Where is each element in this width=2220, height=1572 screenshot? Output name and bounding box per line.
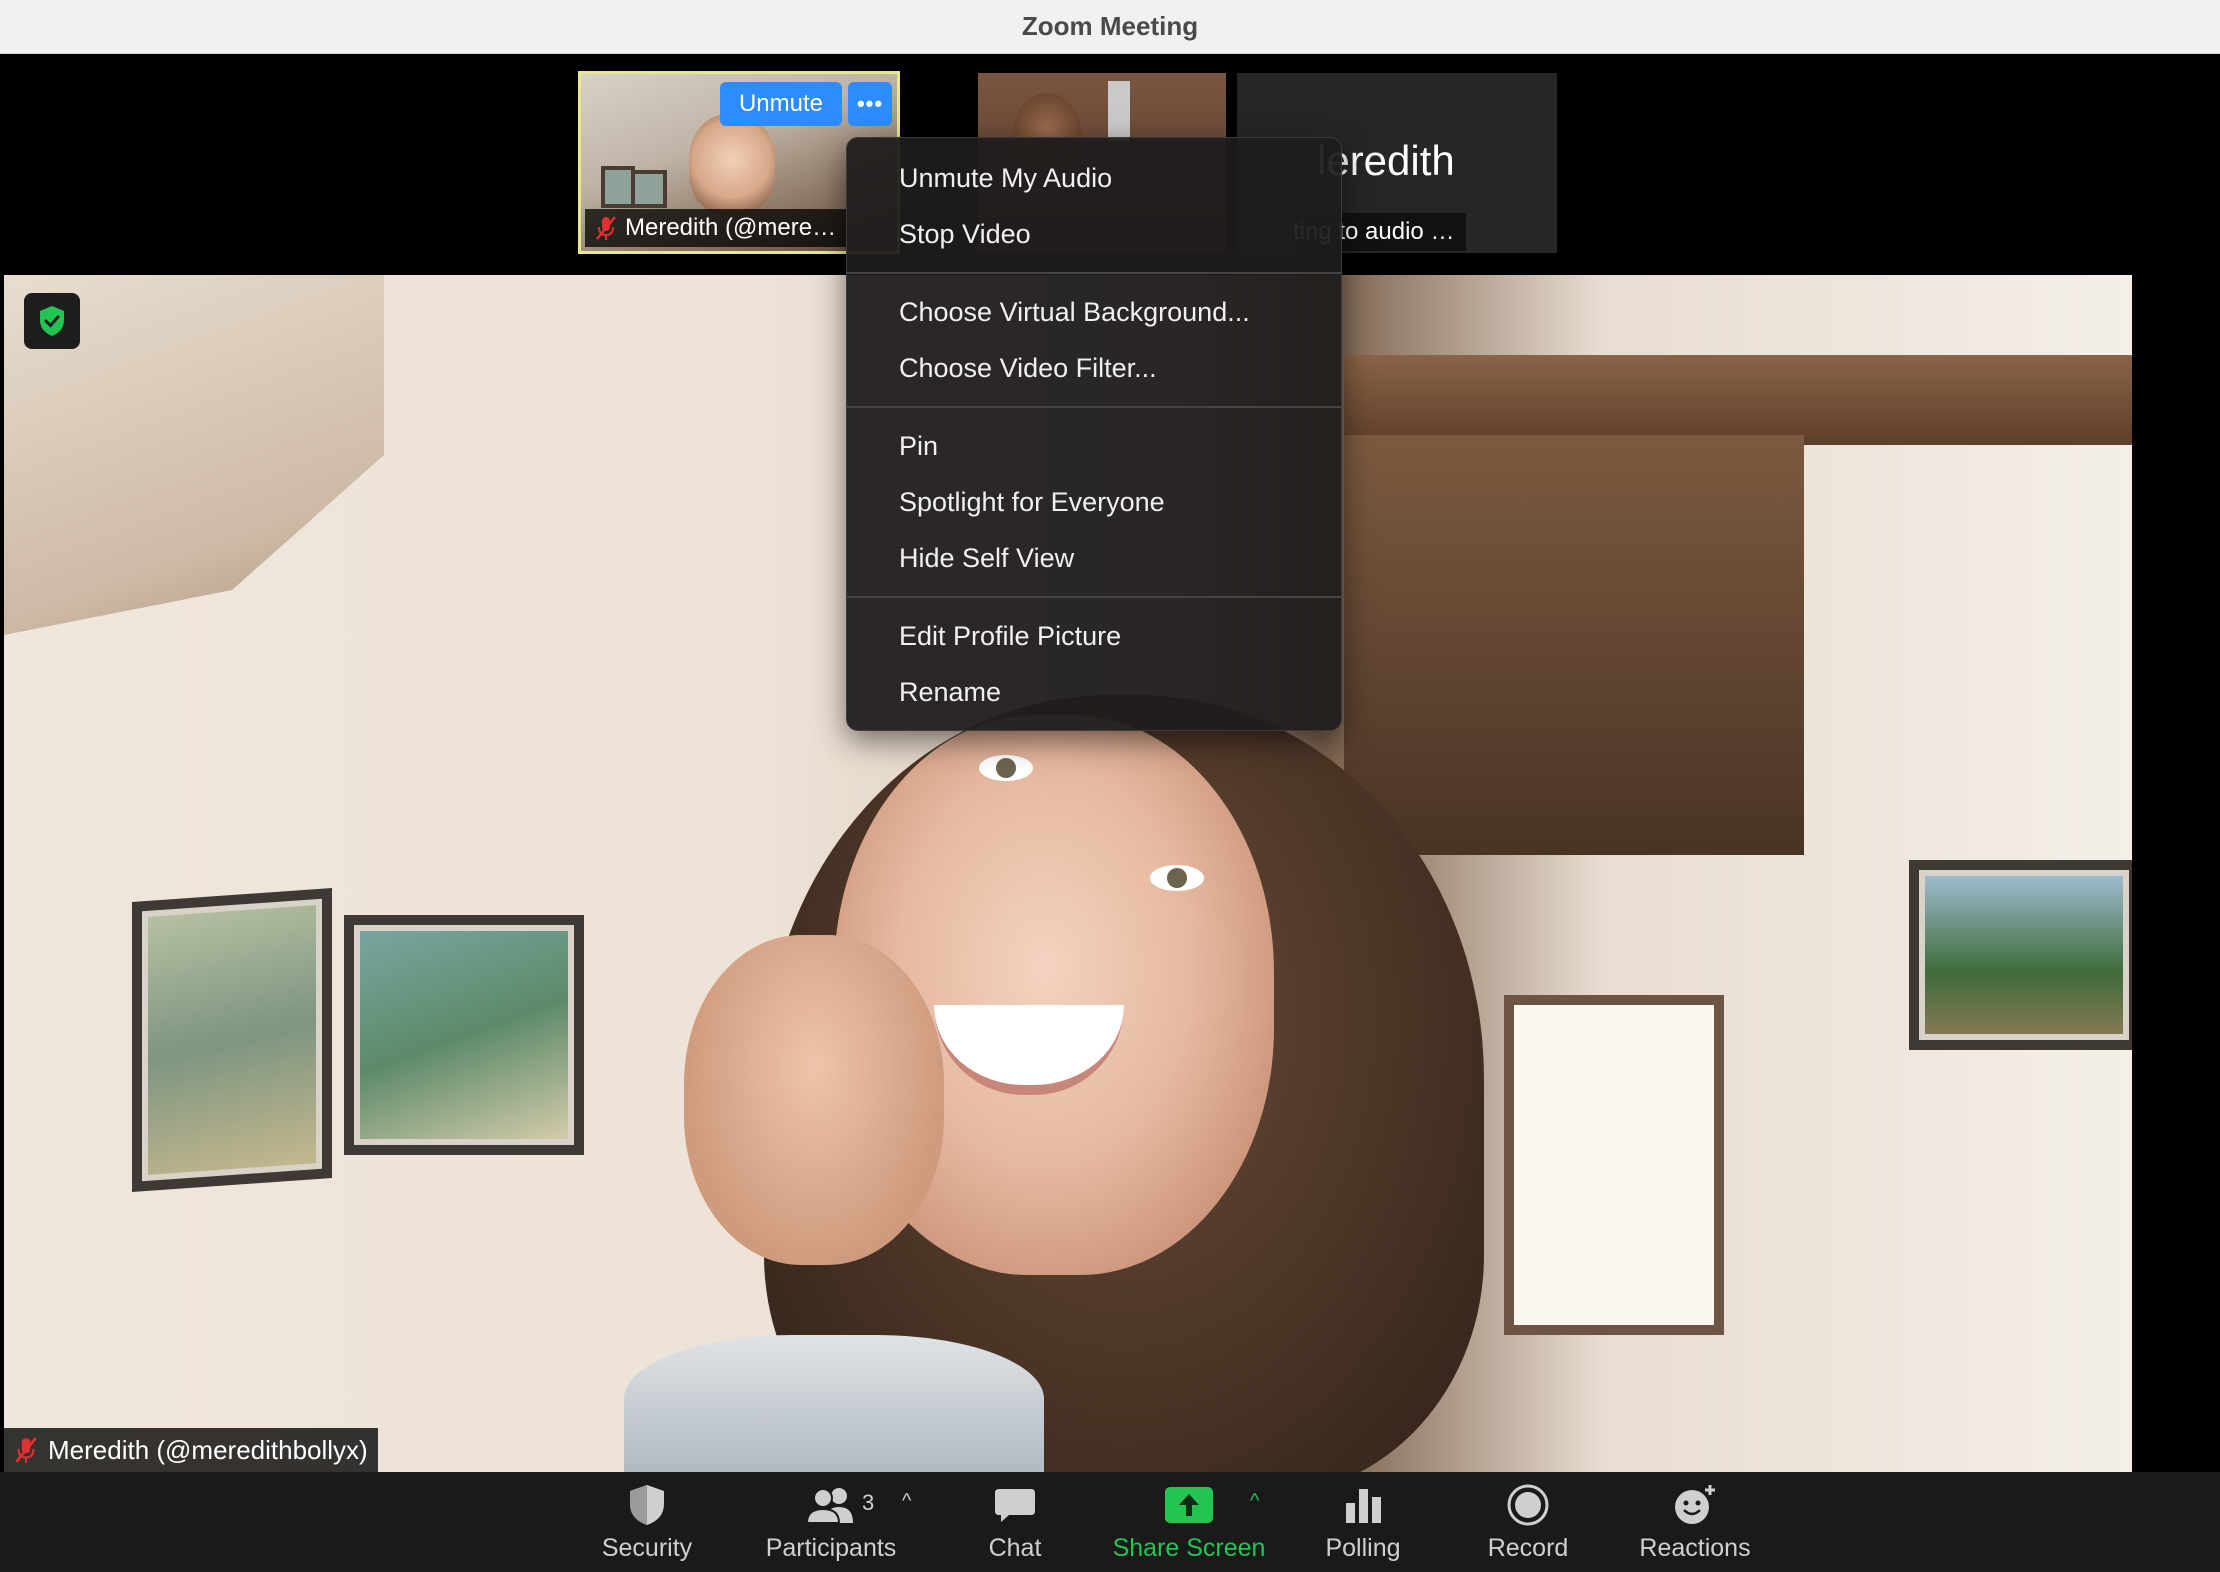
self-name-text: Meredith (@mere… bbox=[625, 214, 837, 241]
wall-painting bbox=[344, 915, 584, 1155]
polling-label: Polling bbox=[1325, 1534, 1401, 1562]
title-bar: Zoom Meeting bbox=[0, 0, 2220, 54]
chat-bubble-icon bbox=[995, 1489, 1035, 1522]
main-video-name-label: Meredith (@meredithbollyx) bbox=[4, 1428, 378, 1472]
encryption-shield-icon[interactable] bbox=[24, 293, 80, 349]
menu-item-unmute-my-audio[interactable]: Unmute My Audio bbox=[847, 150, 1341, 206]
menu-separator bbox=[847, 272, 1341, 274]
chat-button[interactable]: Chat bbox=[960, 1478, 1070, 1570]
wood-ceiling bbox=[1344, 435, 1804, 855]
thumbnail-more-button[interactable]: ••• bbox=[848, 82, 892, 126]
menu-item-pin[interactable]: Pin bbox=[847, 418, 1341, 474]
main-video-name-text: Meredith (@meredithbollyx) bbox=[48, 1435, 368, 1465]
background-window bbox=[1504, 995, 1724, 1335]
menu-item-edit-profile-picture[interactable]: Edit Profile Picture bbox=[847, 608, 1341, 664]
security-label: Security bbox=[601, 1534, 693, 1562]
participant-eye bbox=[979, 755, 1033, 781]
menu-item-stop-video[interactable]: Stop Video bbox=[847, 206, 1341, 262]
participants-options-chevron-up-icon[interactable]: ^ bbox=[902, 1490, 911, 1513]
menu-item-choose-video-filter[interactable]: Choose Video Filter... bbox=[847, 340, 1341, 396]
security-shield-icon bbox=[630, 1485, 664, 1525]
share-screen-label: Share Screen bbox=[1112, 1534, 1266, 1562]
share-screen-button[interactable]: Share Screen bbox=[1106, 1478, 1272, 1570]
menu-separator bbox=[847, 406, 1341, 408]
record-label: Record bbox=[1487, 1534, 1569, 1562]
participants-icon bbox=[805, 1488, 853, 1524]
record-button[interactable]: Record bbox=[1472, 1478, 1584, 1570]
wall-picture bbox=[601, 166, 635, 208]
menu-separator bbox=[847, 596, 1341, 598]
self-name-label: Meredith (@mere… bbox=[585, 209, 847, 247]
participants-button[interactable]: Participants bbox=[758, 1478, 904, 1570]
polling-button[interactable]: Polling bbox=[1310, 1478, 1416, 1570]
self-face bbox=[689, 114, 775, 214]
share-screen-options-chevron-up-icon[interactable]: ^ bbox=[1250, 1490, 1259, 1513]
menu-item-hide-self-view[interactable]: Hide Self View bbox=[847, 530, 1341, 586]
muted-mic-icon bbox=[15, 1437, 37, 1463]
polling-bar-chart-icon bbox=[1346, 1489, 1381, 1523]
participant-eye bbox=[1150, 865, 1204, 891]
background-sign bbox=[1108, 81, 1130, 141]
security-button[interactable]: Security bbox=[580, 1478, 714, 1570]
reactions-smiley-icon bbox=[1675, 1485, 1715, 1524]
participant-shirt bbox=[624, 1335, 1044, 1472]
wall-painting bbox=[1909, 860, 2132, 1050]
menu-item-rename[interactable]: Rename bbox=[847, 664, 1341, 720]
muted-mic-icon bbox=[596, 216, 616, 240]
menu-item-spotlight-for-everyone[interactable]: Spotlight for Everyone bbox=[847, 474, 1341, 530]
wall-picture bbox=[631, 170, 667, 208]
chat-label: Chat bbox=[988, 1534, 1042, 1562]
share-screen-arrow-icon bbox=[1165, 1487, 1213, 1523]
thumbnail-unmute-button[interactable]: Unmute bbox=[720, 82, 842, 126]
reactions-label: Reactions bbox=[1639, 1534, 1751, 1562]
participant-hand bbox=[684, 935, 944, 1265]
reactions-button[interactable]: Reactions bbox=[1628, 1478, 1762, 1570]
participants-count: 3 bbox=[862, 1490, 875, 1515]
window-title: Zoom Meeting bbox=[1021, 11, 1199, 41]
video-context-menu: Unmute My Audio Stop Video Choose Virtua… bbox=[846, 137, 1342, 731]
ceiling-beam bbox=[1344, 355, 2132, 445]
meeting-toolbar: Security Participants 3 ^ Chat Share Scr… bbox=[0, 1472, 2220, 1572]
menu-item-choose-virtual-background[interactable]: Choose Virtual Background... bbox=[847, 284, 1341, 340]
participants-label: Participants bbox=[765, 1534, 897, 1562]
record-circle-icon bbox=[1507, 1484, 1549, 1526]
wall-painting bbox=[132, 888, 332, 1192]
